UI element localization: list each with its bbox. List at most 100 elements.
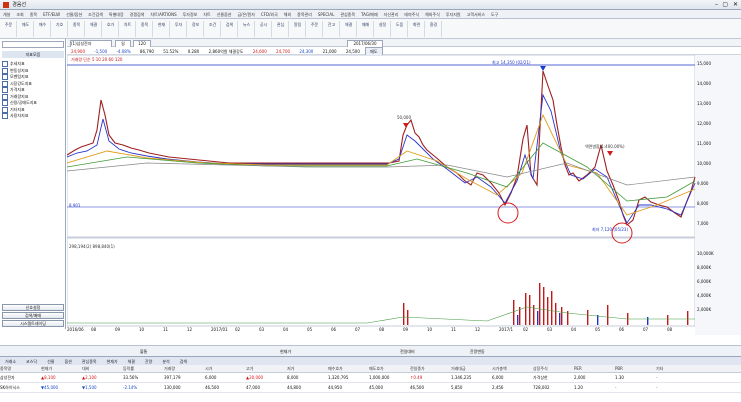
folder-icon: [2, 93, 8, 100]
time-tick: 06: [331, 327, 337, 332]
close-icon[interactable]: ✕: [733, 1, 738, 8]
menu-item[interactable]: 고객서비스: [464, 10, 488, 19]
indicator-tree: 추세지표 변동성지표 모멘텀지표 시장강도지표 가격지표 거래량지표 신용/공매도지표 기타지…: [2, 61, 64, 120]
toolbar-button[interactable]: 주문: [307, 21, 323, 37]
toolbar-button[interactable]: 환경: [426, 21, 442, 37]
sidebar-search-input[interactable]: [2, 41, 64, 48]
time-tick: 08: [667, 327, 673, 332]
toolbar-button[interactable]: 체결: [86, 21, 102, 37]
menu-item[interactable]: ETF/ELW: [40, 10, 63, 19]
chart-area[interactable]: 거래량 단순 5 10 20 60 120 최고 14,350 (02/21) …: [67, 55, 741, 335]
toolbar-button[interactable]: 정보: [188, 21, 204, 37]
column-header[interactable]: 시가: [205, 365, 246, 373]
maximize-icon[interactable]: ▢: [722, 1, 728, 8]
toolbar-button[interactable]: 주문: [1, 21, 17, 37]
time-tick: 06: [619, 327, 625, 332]
menu-item[interactable]: 투자정보: [180, 10, 201, 19]
menu-item[interactable]: 금/은/원자: [234, 10, 257, 19]
table-cell: ▲2,100: [82, 375, 97, 380]
toolbar-button[interactable]: 도움: [392, 21, 408, 37]
time-tick: 10: [427, 327, 433, 332]
toolbar-button[interactable]: 종목: [69, 21, 85, 37]
column-header[interactable]: 상장주식: [533, 365, 574, 373]
toolbar-button[interactable]: 매매: [358, 21, 374, 37]
toolbar-button[interactable]: 조건: [205, 21, 221, 37]
menu-item[interactable]: 종목관리: [294, 10, 315, 19]
menu-item[interactable]: SPECIAL: [315, 10, 337, 19]
menu-item[interactable]: 조건검색: [85, 10, 106, 19]
toolbar-button[interactable]: 매수: [35, 21, 51, 37]
menu-item[interactable]: 개설: [0, 10, 13, 19]
time-axis: 2016/06 08 09 10 11 12 2017/01 02 03 04 05 06 07 08 09…: [67, 327, 695, 335]
menu-item[interactable]: 투자지원: [443, 10, 464, 19]
toolbar-button[interactable]: 설정: [375, 21, 391, 37]
menu-item[interactable]: 해외: [281, 10, 294, 19]
toolbar-button[interactable]: 잔고: [324, 21, 340, 37]
minimize-icon[interactable]: –: [715, 1, 718, 8]
toolbar: 주문 매도 매수 기호 종목 체결 호가 차트 종목 현재 투자 정보 조건 검색 뉴스 공시 관심 알림 주문 잔고…: [0, 19, 741, 39]
menu-item[interactable]: CFD/외국: [258, 10, 281, 19]
menu-item[interactable]: 해외주식: [422, 10, 443, 19]
menu-item[interactable]: 테마주식: [401, 10, 422, 19]
table-cell: ↑0.49: [410, 375, 423, 380]
price-tick: 10,000: [697, 161, 711, 166]
menu-item[interactable]: 선물옵션: [214, 10, 235, 19]
time-tick: 04: [283, 327, 289, 332]
column-header[interactable]: 시가총액: [492, 365, 533, 373]
toolbar-button[interactable]: 검색: [222, 21, 238, 37]
toolbar-button[interactable]: 공시: [256, 21, 272, 37]
toolbar-button[interactable]: 종목: [137, 21, 153, 37]
menu-item[interactable]: TAG/매매: [358, 10, 381, 19]
signal-settings-button[interactable]: 신호설정: [2, 304, 64, 311]
menu-item[interactable]: 선물/옵션: [63, 10, 85, 19]
toolbar-button[interactable]: 알림: [290, 21, 306, 37]
table-cell: 44,950: [328, 385, 342, 390]
menu-item[interactable]: 차트: [200, 10, 213, 19]
column-header[interactable]: 등락률: [123, 365, 164, 373]
column-header[interactable]: 거래대금: [451, 365, 492, 373]
column-header[interactable]: 거래량: [164, 365, 205, 373]
toolbar-button[interactable]: 차트: [120, 21, 136, 37]
menu-item[interactable]: 차트/ARTIONS: [147, 10, 179, 19]
column-header[interactable]: PBR: [615, 365, 656, 373]
column-header[interactable]: 저가: [287, 365, 328, 373]
column-header[interactable]: 매수호가: [328, 365, 369, 373]
table-row[interactable]: SK하이닉스 ▼45,000 ▼1,500 -2.14% 130,000 46,500 47…: [0, 383, 741, 393]
menu-item[interactable]: 경쟁검색: [127, 10, 148, 19]
toolbar-button[interactable]: 투자: [171, 21, 187, 37]
toolbar-button[interactable]: 기호: [52, 21, 68, 37]
menu-item[interactable]: 관심종목: [337, 10, 358, 19]
column-header[interactable]: 고가: [246, 365, 287, 373]
time-tick: 07: [643, 327, 649, 332]
sidebar-item-label: 시장강도지표: [10, 80, 33, 86]
table-cell: 47,000: [246, 385, 260, 390]
column-header[interactable]: 기타: [656, 365, 697, 373]
min-price-label: 최저 7,120 (05/23): [592, 227, 629, 232]
search-trade-button[interactable]: 검색/매매: [2, 312, 64, 319]
table-cell: 728,002: [533, 385, 550, 390]
column-header[interactable]: 매도호가: [369, 365, 410, 373]
column-header[interactable]: 전일종가: [410, 365, 451, 373]
menu-item[interactable]: 도구: [488, 10, 501, 19]
menu-item[interactable]: 특별대응: [106, 10, 127, 19]
toolbar-button[interactable]: 관심: [273, 21, 289, 37]
column-header[interactable]: 대비: [82, 365, 123, 373]
toolbar-button[interactable]: 호가: [103, 21, 119, 37]
folder-icon: [2, 67, 8, 74]
menu-item[interactable]: 종목: [27, 10, 40, 19]
menu-item[interactable]: 조회: [13, 10, 26, 19]
toolbar-button[interactable]: 화면: [409, 21, 425, 37]
system-trading-button[interactable]: 시스템트레이딩: [2, 320, 64, 327]
toolbar-button[interactable]: 매도: [18, 21, 34, 37]
toolbar-button[interactable]: 현재: [154, 21, 170, 37]
sidebar-item[interactable]: 사용자지표: [2, 113, 64, 120]
toolbar-button[interactable]: 뉴스: [239, 21, 255, 37]
column-header[interactable]: 현재가: [41, 365, 82, 373]
toolbar-button[interactable]: 체결: [341, 21, 357, 37]
table-cell: 가격상한: [533, 375, 548, 380]
column-header[interactable]: PER: [574, 365, 615, 373]
table-cell: 1,000,000: [369, 375, 390, 380]
menu-item[interactable]: 자산관리: [381, 10, 402, 19]
table-row[interactable]: 삼성전자 ▲8,100 ▲2,100 33.56% 397,179 6,000 ▲20,00…: [0, 373, 741, 383]
column-header[interactable]: 종목명: [0, 365, 41, 373]
